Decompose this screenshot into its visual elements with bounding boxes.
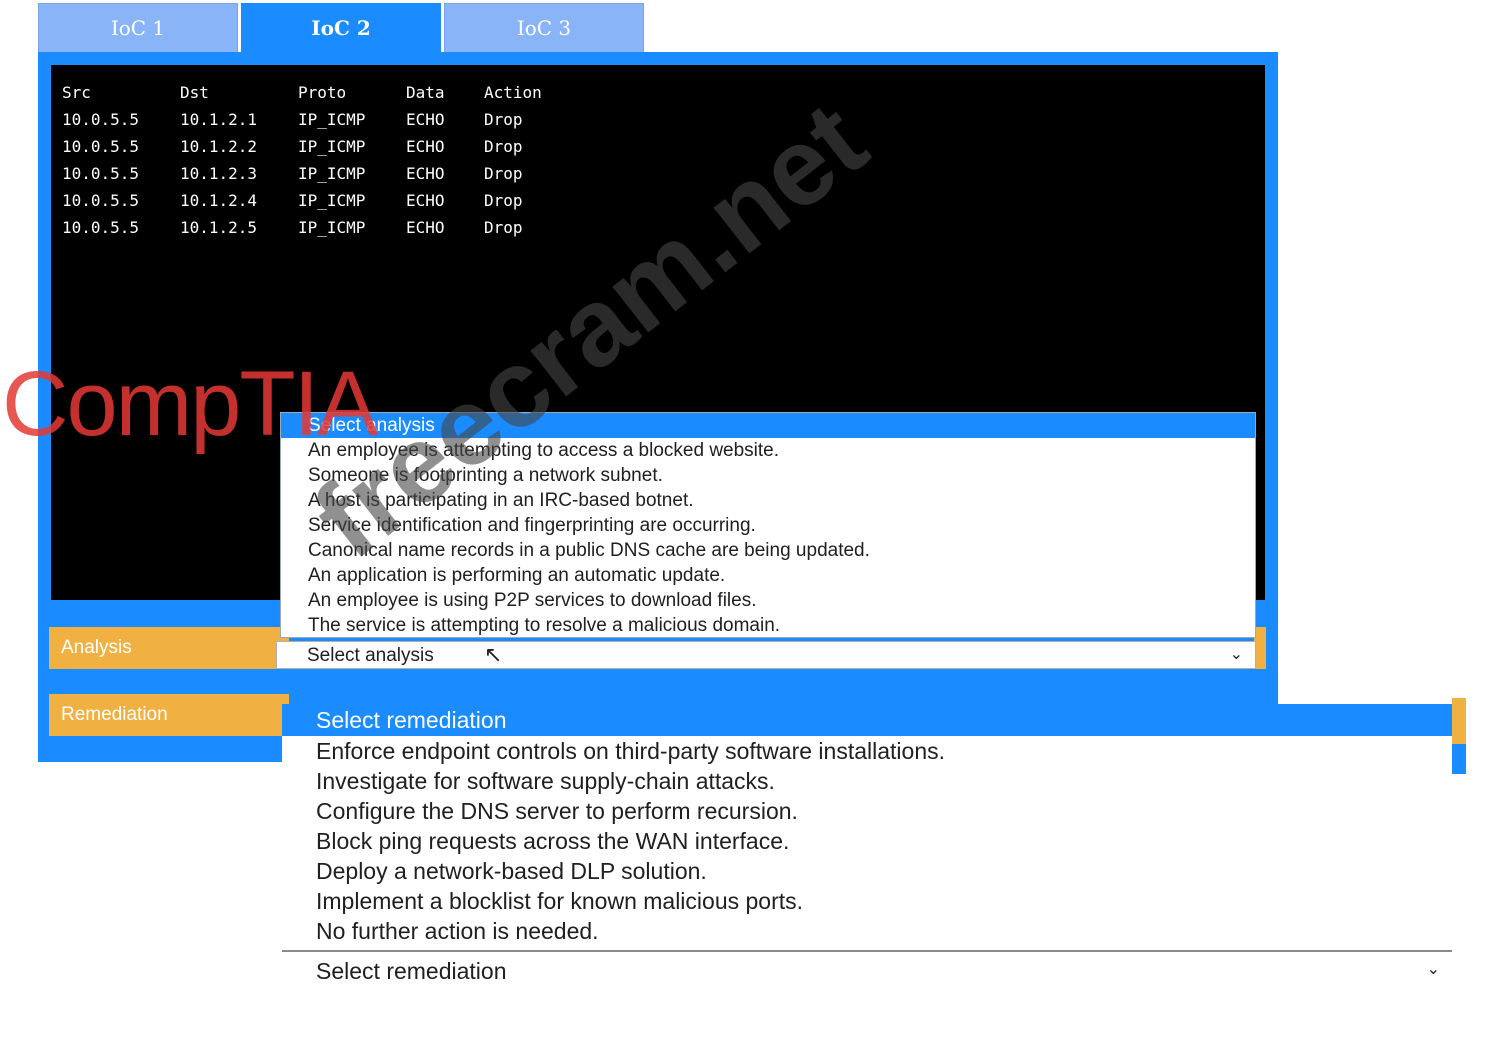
log-cell: ECHO — [406, 164, 445, 183]
log-cell: 10.1.2.5 — [180, 218, 258, 237]
log-cell: 10.0.5.5 — [62, 137, 140, 156]
remediation-option[interactable]: Configure the DNS server to perform recu… — [282, 796, 1452, 826]
log-cell: ECHO — [406, 137, 445, 156]
tab-ioc-3[interactable]: IoC 3 — [444, 3, 644, 53]
log-row: 10.0.5.5 10.1.2.4 IP_ICMP ECHO Drop — [62, 187, 574, 214]
remediation-option[interactable]: Investigate for software supply-chain at… — [282, 766, 1452, 796]
analysis-select-value: Select analysis — [307, 645, 434, 666]
analysis-option[interactable]: An application is performing an automati… — [281, 563, 1255, 588]
analysis-option[interactable]: An employee is using P2P services to dow… — [281, 588, 1255, 613]
log-cell: Drop — [484, 110, 523, 129]
analysis-select[interactable]: Select analysis ⌄ — [276, 641, 1256, 669]
log-cell: 10.0.5.5 — [62, 164, 140, 183]
analysis-option[interactable]: An employee is attempting to access a bl… — [281, 438, 1255, 463]
analysis-option[interactable]: The service is attempting to resolve a m… — [281, 613, 1255, 638]
remediation-select[interactable]: Select remediation ⌄ — [282, 950, 1452, 988]
log-cell: 10.0.5.5 — [62, 218, 140, 237]
log-row: 10.0.5.5 10.1.2.2 IP_ICMP ECHO Drop — [62, 133, 574, 160]
log-cell: 10.0.5.5 — [62, 191, 140, 210]
log-cell: IP_ICMP — [298, 218, 366, 237]
log-cell: 10.1.2.2 — [180, 137, 258, 156]
log-cell: Drop — [484, 137, 523, 156]
chevron-down-icon: ⌄ — [1426, 961, 1440, 978]
log-cell: ECHO — [406, 191, 445, 210]
log-header-dst: Dst — [180, 83, 209, 102]
analysis-option[interactable]: A host is participating in an IRC-based … — [281, 488, 1255, 513]
log-header-src: Src — [62, 83, 91, 102]
ioc-tabs: IoC 1 IoC 2 IoC 3 — [38, 3, 647, 53]
remediation-option[interactable]: Enforce endpoint controls on third-party… — [282, 736, 1452, 766]
log-cell: 10.1.2.4 — [180, 191, 258, 210]
chevron-down-icon: ⌄ — [1229, 646, 1243, 663]
log-row: 10.0.5.5 10.1.2.3 IP_ICMP ECHO Drop — [62, 160, 574, 187]
analysis-label: Analysis — [49, 627, 289, 669]
analysis-option[interactable]: Select analysis — [281, 413, 1255, 438]
log-cell: Drop — [484, 164, 523, 183]
remediation-dropdown-list: Select remediation Enforce endpoint cont… — [282, 704, 1452, 950]
log-header-data: Data — [406, 83, 445, 102]
log-cell: 10.1.2.1 — [180, 110, 258, 129]
log-cell: IP_ICMP — [298, 164, 366, 183]
log-cell: ECHO — [406, 218, 445, 237]
remediation-option[interactable]: Select remediation — [282, 704, 1452, 736]
remediation-option[interactable]: No further action is needed. — [282, 916, 1452, 946]
log-cell: 10.0.5.5 — [62, 110, 140, 129]
remediation-option[interactable]: Implement a blocklist for known maliciou… — [282, 886, 1452, 916]
log-cell: ECHO — [406, 110, 445, 129]
tab-ioc-2[interactable]: IoC 2 — [241, 3, 441, 53]
remediation-option[interactable]: Block ping requests across the WAN inter… — [282, 826, 1452, 856]
log-table: Src Dst Proto Data Action 10.0.5.5 10.1.… — [62, 79, 574, 241]
analysis-option[interactable]: Canonical name records in a public DNS c… — [281, 538, 1255, 563]
log-header-proto: Proto — [298, 83, 347, 102]
remediation-bar-edge-label — [1452, 698, 1466, 744]
log-cell: Drop — [484, 218, 523, 237]
log-cell: IP_ICMP — [298, 137, 366, 156]
log-cell: IP_ICMP — [298, 191, 366, 210]
log-cell: 10.1.2.3 — [180, 164, 258, 183]
log-row: 10.0.5.5 10.1.2.1 IP_ICMP ECHO Drop — [62, 106, 574, 133]
remediation-select-value: Select remediation — [316, 958, 507, 984]
analysis-option[interactable]: Someone is footprinting a network subnet… — [281, 463, 1255, 488]
tab-ioc-1[interactable]: IoC 1 — [38, 3, 238, 53]
log-cell: IP_ICMP — [298, 110, 366, 129]
analysis-dropdown-list: Select analysis An employee is attemptin… — [280, 412, 1256, 638]
remediation-option[interactable]: Deploy a network-based DLP solution. — [282, 856, 1452, 886]
log-cell: Drop — [484, 191, 523, 210]
analysis-option[interactable]: Service identification and fingerprintin… — [281, 513, 1255, 538]
log-header-action: Action — [484, 83, 542, 102]
log-header-row: Src Dst Proto Data Action — [62, 79, 574, 106]
log-row: 10.0.5.5 10.1.2.5 IP_ICMP ECHO Drop — [62, 214, 574, 241]
remediation-label: Remediation — [49, 694, 289, 736]
